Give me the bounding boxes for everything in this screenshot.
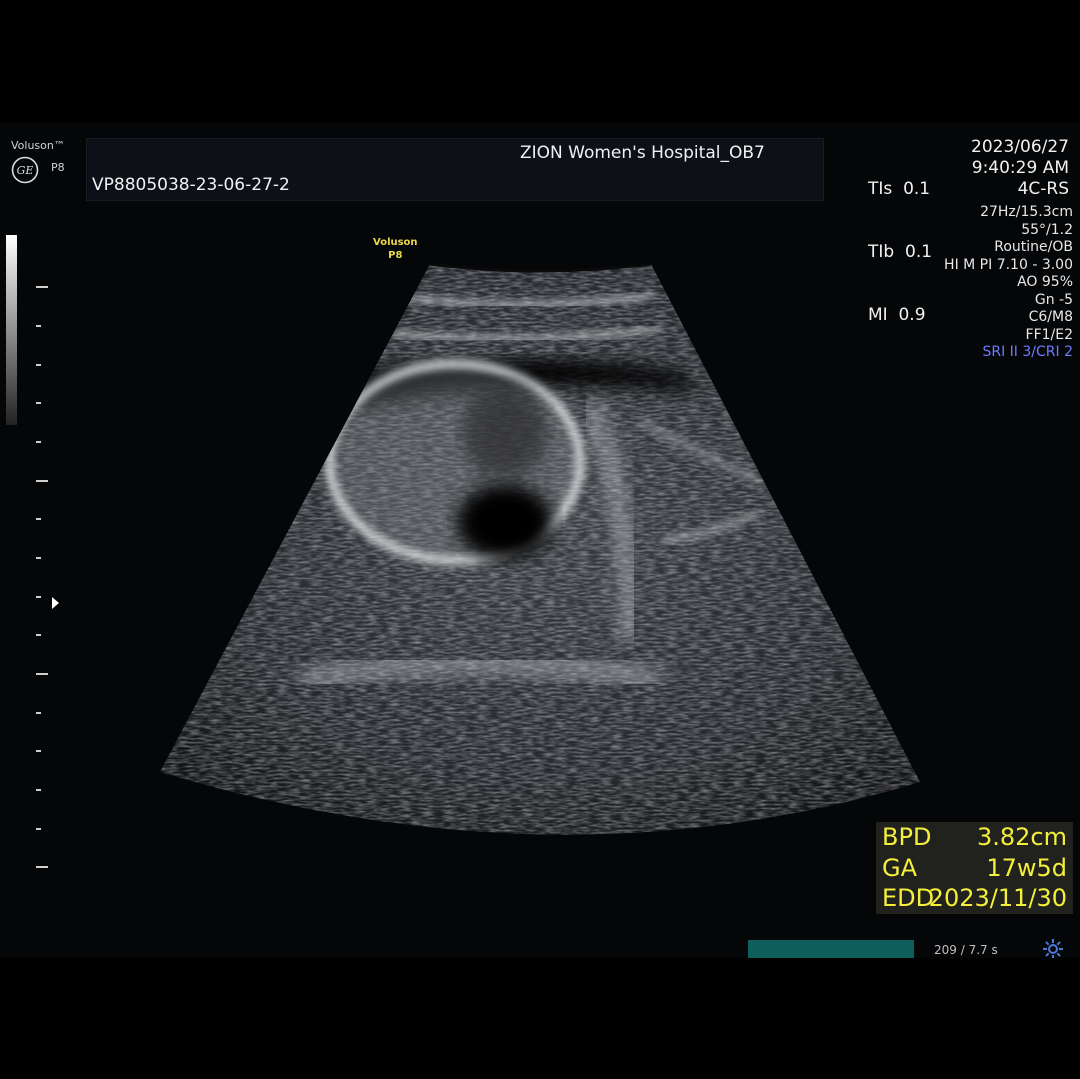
exam-date: 2023/06/27 (971, 137, 1069, 157)
measurement-row-bpd: BPD 3.82cm (882, 822, 1067, 852)
probe-label: P8 (51, 161, 65, 174)
cine-progress-bar[interactable] (748, 940, 914, 958)
brand-label: Voluson™ (11, 139, 65, 152)
depth-tick-major (36, 286, 48, 288)
focus-marker-icon (52, 597, 59, 609)
ultrasound-screen: Voluson™ GE P8 ZION Women's Hospital_OB7… (0, 122, 1080, 958)
param-frame-depth: 27Hz/15.3cm (980, 204, 1073, 220)
image-logo-brand: Voluson (373, 237, 418, 248)
measurement-label: EDD (882, 884, 935, 912)
imaging-parameters: 27Hz/15.3cm 55°/1.2 Routine/OB HI M PI 7… (944, 204, 1073, 362)
mi-index: MI 0.9 (868, 305, 926, 325)
gear-icon[interactable] (1041, 937, 1065, 958)
tis-index: TIs 0.1 (868, 179, 931, 199)
image-logo: Voluson P8 (373, 236, 418, 262)
param-angle: 55°/1.2 (1021, 221, 1073, 238)
hospital-name: ZION Women's Hospital_OB7 (520, 143, 765, 163)
measurement-value: 3.82cm (976, 823, 1067, 851)
depth-tick-major (36, 480, 48, 482)
param-sri: SRI II 3/CRI 2 (982, 344, 1073, 360)
depth-tick-major (36, 673, 48, 675)
depth-tick (36, 789, 41, 791)
depth-tick (36, 750, 41, 752)
patient-id: VP8805038-23-06-27-2 (92, 175, 290, 195)
depth-tick-major (36, 866, 48, 868)
depth-tick (36, 325, 41, 327)
depth-tick (36, 712, 41, 714)
grayscale-bar (6, 235, 17, 425)
depth-scale (30, 272, 50, 882)
param-acoustic-output: AO 95% (1017, 274, 1073, 290)
param-preset: Routine/OB (994, 239, 1073, 255)
param-gain: Gn -5 (1034, 291, 1073, 308)
measurement-label: GA (882, 854, 918, 882)
depth-tick (36, 634, 41, 636)
measurement-value: 2023/11/30 (928, 884, 1067, 912)
depth-tick (36, 828, 41, 830)
depth-tick (36, 518, 41, 520)
measurement-results: BPD 3.82cm GA 17w5d EDD 2023/11/30 (876, 822, 1073, 914)
measurement-row-ga: GA 17w5d (882, 853, 1067, 883)
param-focus: FF1/E2 (1025, 326, 1073, 343)
depth-tick (36, 364, 41, 366)
acoustic-indices: TIs 0.1 TIb 0.1 MI 0.9 (868, 137, 932, 368)
date-time: 2023/06/27 9:40:29 AM 4C-RS (971, 137, 1069, 200)
depth-tick (36, 596, 41, 598)
tib-index: TIb 0.1 (868, 242, 933, 262)
measurement-row-edd: EDD 2023/11/30 (882, 883, 1067, 913)
measurement-value: 17w5d (986, 854, 1067, 882)
depth-tick (36, 402, 41, 404)
exam-time: 9:40:29 AM (971, 158, 1069, 178)
depth-tick (36, 441, 41, 443)
param-harmonic: HI M PI 7.10 - 3.00 (944, 256, 1073, 273)
svg-text:GE: GE (17, 164, 34, 177)
ge-logo-icon: GE (11, 156, 39, 184)
probe-mode: 4C-RS (1017, 179, 1069, 199)
cine-frame-count: 209 / 7.7 s (934, 943, 998, 957)
depth-tick (36, 557, 41, 559)
image-logo-probe: P8 (388, 250, 403, 261)
measurement-label: BPD (882, 823, 932, 851)
param-map: C6/M8 (1028, 309, 1073, 325)
